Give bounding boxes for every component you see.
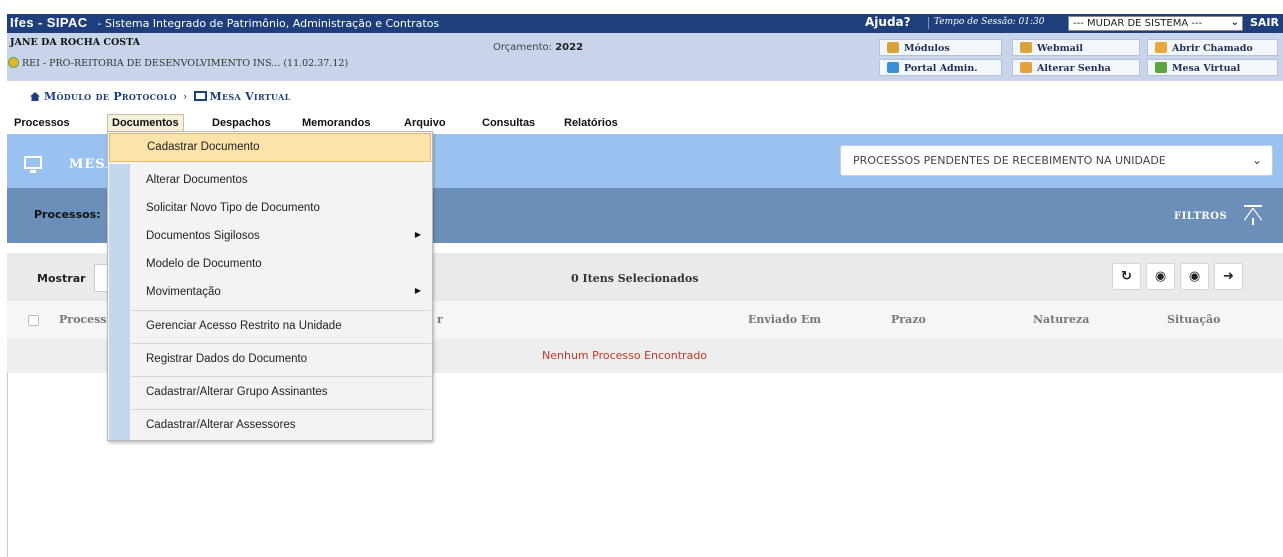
menu-arquivo[interactable]: Arquivo	[404, 117, 446, 129]
open-ticket-button[interactable]: Abrir Chamado	[1147, 39, 1278, 56]
webmail-icon	[1020, 42, 1032, 53]
submenu-arrow-icon: ▶	[414, 230, 421, 239]
sign-in-icon: ➜	[1223, 269, 1234, 284]
divider	[131, 409, 431, 410]
submenu-arrow-icon: ▶	[414, 286, 421, 295]
processes-label: Processos:	[34, 208, 101, 221]
virtual-desk-button[interactable]: Mesa Virtual	[1147, 59, 1278, 76]
view-select-value: PROCESSOS PENDENTES DE RECEBIMENTO NA UN…	[853, 154, 1166, 167]
menu-item-registrar-dados[interactable]: Registrar Dados do Documento	[109, 345, 431, 373]
divider	[131, 310, 431, 311]
menu-item-movimentacao[interactable]: Movimentação ▶	[109, 278, 431, 306]
modules-button[interactable]: Módulos	[879, 39, 1002, 56]
view-forward-button[interactable]: ◉	[1146, 263, 1175, 290]
column-enviado-em[interactable]: Enviado Em	[748, 313, 821, 326]
column-natureza[interactable]: Natureza	[1033, 313, 1089, 326]
top-bar: Ifes - SIPAC - Sistema Integrado de Patri…	[7, 14, 1283, 33]
empty-message: Nenhum Processo Encontrado	[542, 349, 708, 362]
menu-item-alterar-documentos[interactable]: Alterar Documentos	[109, 166, 431, 194]
divider	[7, 373, 8, 557]
refresh-icon: ↻	[1121, 269, 1132, 284]
app-subtitle: - Sistema Integrado de Patrimônio, Admin…	[97, 17, 440, 30]
breadcrumb-page: Mesa Virtual	[209, 90, 291, 103]
eye-check-icon: ◉	[1188, 269, 1201, 284]
logout-link[interactable]: SAIR	[1250, 16, 1279, 29]
change-password-button[interactable]: Alterar Senha	[1012, 59, 1140, 76]
breadcrumb-module[interactable]: Módulo de Protocolo	[44, 90, 177, 103]
breadcrumb: Módulo de Protocolo › Mesa Virtual	[30, 90, 291, 103]
divider	[928, 17, 929, 29]
column-remetente[interactable]: r	[437, 313, 443, 326]
budget-year: Orçamento: 2022	[493, 42, 584, 53]
chevron-down-icon: ⌄	[1230, 17, 1239, 28]
filters-button[interactable]: FILTROS	[1174, 211, 1227, 222]
user-name: JANE DA ROCHA COSTA	[10, 37, 141, 48]
menu-consultas[interactable]: Consultas	[482, 117, 535, 129]
menu-memorandos[interactable]: Memorandos	[302, 117, 370, 129]
password-icon	[1020, 62, 1032, 73]
filter-icon[interactable]	[1244, 205, 1262, 225]
view-select[interactable]: PROCESSOS PENDENTES DE RECEBIMENTO NA UN…	[840, 145, 1273, 176]
refresh-button[interactable]: ↻	[1112, 263, 1141, 290]
info-bar: JANE DA ROCHA COSTA REI - PRO-REITORIA D…	[7, 33, 1283, 81]
menu-item-acesso-restrito[interactable]: Gerenciar Acesso Restrito na Unidade	[109, 312, 431, 340]
divider	[131, 376, 431, 377]
change-system-label: --- MUDAR DE SISTEMA ---	[1073, 18, 1203, 29]
portal-admin-icon	[887, 62, 899, 73]
menu-item-grupo-assinantes[interactable]: Cadastrar/Alterar Grupo Assinantes	[109, 378, 431, 406]
menu-item-solicitar-tipo[interactable]: Solicitar Novo Tipo de Documento	[109, 194, 431, 222]
help-link[interactable]: Ajuda?	[865, 15, 911, 29]
menu-processos[interactable]: Processos	[14, 117, 70, 129]
monitor-icon	[193, 91, 207, 101]
menu-despachos[interactable]: Despachos	[212, 117, 271, 129]
divider	[131, 343, 431, 344]
app-name: Ifes - SIPAC	[10, 15, 88, 30]
view-check-button[interactable]: ◉	[1180, 263, 1209, 290]
session-timer: Tempo de Sessão: 01:30	[934, 17, 1045, 27]
menu-item-modelo-documento[interactable]: Modelo de Documento	[109, 250, 431, 278]
app-title: Ifes - SIPAC - Sistema Integrado de Patri…	[10, 15, 439, 30]
unit-selector[interactable]: REI - PRO-REITORIA DE DESENVOLVIMENTO IN…	[8, 57, 348, 69]
monitor-icon	[24, 156, 42, 173]
menu-relatorios[interactable]: Relatórios	[564, 117, 618, 129]
ticket-icon	[1155, 42, 1167, 53]
menu-item-documentos-sigilosos[interactable]: Documentos Sigilosos ▶	[109, 222, 431, 250]
unit-name: REI - PRO-REITORIA DE DESENVOLVIMENTO IN…	[22, 58, 349, 69]
virtual-desk-icon	[1155, 62, 1167, 73]
webmail-button[interactable]: Webmail	[1012, 39, 1140, 56]
column-processo[interactable]: Process	[59, 313, 107, 326]
portal-admin-button[interactable]: Portal Admin.	[879, 59, 1002, 76]
select-all-checkbox[interactable]	[28, 315, 39, 326]
column-situacao[interactable]: Situação	[1167, 313, 1221, 326]
switch-unit-icon	[8, 57, 19, 68]
column-prazo[interactable]: Prazo	[891, 313, 926, 326]
show-label: Mostrar	[37, 272, 86, 285]
home-icon[interactable]	[30, 92, 40, 101]
documentos-dropdown: Cadastrar Documento Alterar Documentos S…	[107, 131, 433, 441]
eye-forward-icon: ◉	[1154, 269, 1167, 284]
selected-count: 0 Itens Selecionados	[571, 272, 699, 285]
chevron-right-icon: ›	[182, 90, 188, 103]
menu-item-cadastrar-documento[interactable]: Cadastrar Documento	[109, 133, 431, 162]
menu-item-assessores[interactable]: Cadastrar/Alterar Assessores	[109, 411, 431, 439]
chevron-down-icon: ⌄	[1251, 153, 1262, 167]
modules-icon	[887, 42, 899, 53]
change-system-select[interactable]: --- MUDAR DE SISTEMA --- ⌄	[1068, 16, 1243, 31]
receive-button[interactable]: ➜	[1214, 263, 1243, 290]
